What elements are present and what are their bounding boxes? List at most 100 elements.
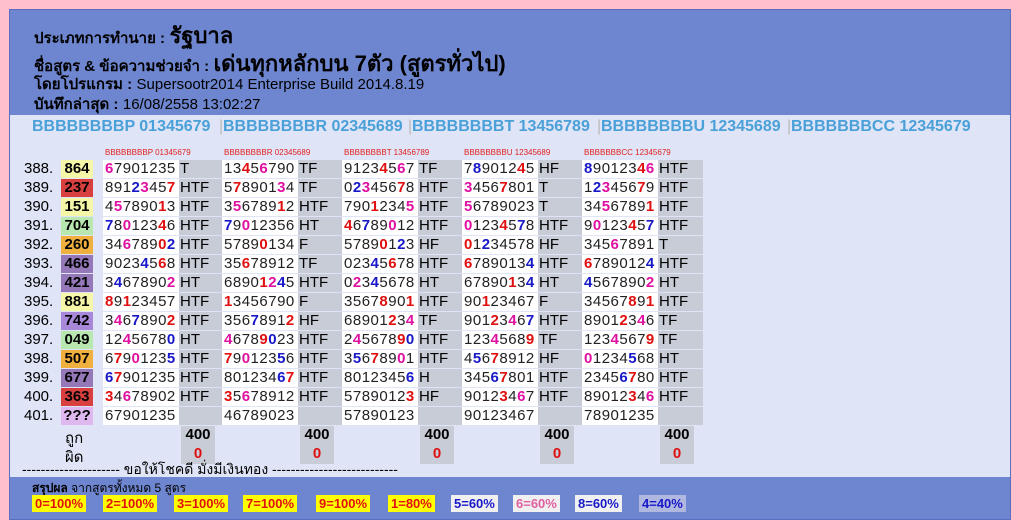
- hit-tag: HF: [538, 160, 583, 178]
- hit-tag: HF: [538, 350, 583, 368]
- hit-tag: HTF: [179, 236, 224, 254]
- prediction-digits: 67901235: [103, 350, 179, 368]
- summary-chip: 7=100%: [243, 495, 298, 512]
- hit-tag: F: [298, 293, 343, 311]
- wrong-count: 0: [420, 445, 454, 464]
- summary-chip: 4=40%: [639, 495, 686, 512]
- draw-number: 388.: [24, 160, 54, 177]
- wrong-count: 0: [540, 445, 574, 464]
- prediction-digits: 79012345: [342, 198, 418, 216]
- draw-result: 363: [61, 388, 93, 406]
- draw-result: 507: [61, 350, 93, 368]
- prediction-digits: 57890123: [342, 388, 418, 406]
- summary-title-bold: สรุปผล: [32, 481, 68, 495]
- summary-chip: 2=100%: [103, 495, 158, 512]
- hit-tag: T: [658, 236, 703, 254]
- prediction-digits: 91234567: [342, 160, 418, 178]
- prediction-digits: 35678912: [222, 198, 298, 216]
- hit-tag: HTF: [658, 388, 703, 406]
- draw-result: 260: [61, 236, 93, 254]
- hit-tag: T: [179, 160, 224, 178]
- prediction-digits: 23456780: [582, 369, 658, 387]
- prediction-digits: 12345679: [582, 179, 658, 197]
- prediction-digits: 02345678: [342, 179, 418, 197]
- hit-tag: H: [418, 369, 463, 387]
- hit-tag: HF: [298, 312, 343, 330]
- hit-tag: HT: [658, 350, 703, 368]
- hit-tag: HF: [418, 236, 463, 254]
- saved-row: บันทึกล่าสุด : 16/08/2558 13:02:27: [34, 92, 261, 116]
- prediction-digits: 90123457: [582, 217, 658, 235]
- hit-tag: HTF: [179, 217, 224, 235]
- right-count: 400: [300, 426, 334, 445]
- hit-tag: HTF: [298, 331, 343, 349]
- prediction-digits: 34678902: [103, 274, 179, 292]
- prediction-digits: 78901235: [582, 407, 658, 425]
- prediction-digits: 02345678: [342, 255, 418, 273]
- hit-tag: HTF: [418, 255, 463, 273]
- hit-tag: HTF: [179, 255, 224, 273]
- hit-tag: HTF: [538, 217, 583, 235]
- hit-tag: HF: [538, 236, 583, 254]
- hit-tag: HTF: [179, 388, 224, 406]
- hit-tag: F: [298, 236, 343, 254]
- hit-tag: HT: [658, 274, 703, 292]
- prediction-digits: 24567890: [342, 331, 418, 349]
- draw-result: 677: [61, 369, 93, 387]
- hit-tag: HTF: [538, 369, 583, 387]
- hit-tag: HTF: [658, 217, 703, 235]
- hit-tag: HTF: [658, 293, 703, 311]
- hit-tag: HF: [418, 388, 463, 406]
- right-count: 400: [540, 426, 574, 445]
- prediction-digits: 34567801: [462, 369, 538, 387]
- hit-tag: [418, 407, 463, 425]
- draw-result: 049: [61, 331, 93, 349]
- prediction-digits: 89012346: [582, 388, 658, 406]
- prediction-digits: 79012356: [222, 350, 298, 368]
- prediction-digits: 34567891: [582, 236, 658, 254]
- formula-item: BBBBBBBCC 12345679: [791, 118, 971, 135]
- summary-chip: 1=80%: [388, 495, 435, 512]
- prediction-digits: 35678901: [342, 350, 418, 368]
- hit-tag: HTF: [298, 369, 343, 387]
- prediction-digits: 35678912: [222, 312, 298, 330]
- hit-tag: T: [538, 179, 583, 197]
- summary-chip: 5=60%: [451, 495, 498, 512]
- hit-tag: TF: [418, 160, 463, 178]
- prediction-digits: 89123457: [103, 179, 179, 197]
- prediction-digits: 67901235: [103, 407, 179, 425]
- prediction-digits: 90123467: [462, 312, 538, 330]
- hit-tag: HTF: [658, 369, 703, 387]
- hit-tag: HTF: [658, 179, 703, 197]
- draw-number: 391.: [24, 217, 54, 234]
- program-label: โดยโปรแกรม :: [34, 76, 133, 93]
- hit-tag: [538, 407, 583, 425]
- prediction-digits: 89123457: [103, 293, 179, 311]
- prediction-digits: 79012356: [222, 217, 298, 235]
- hit-tag: [179, 407, 224, 425]
- summary-chip: 0=100%: [32, 495, 87, 512]
- prediction-digits: 12345679: [582, 331, 658, 349]
- draw-result: 421: [61, 274, 93, 292]
- hit-tag: HTF: [658, 198, 703, 216]
- prediction-digits: 34678902: [103, 388, 179, 406]
- hit-tag: HTF: [298, 350, 343, 368]
- draw-result: 237: [61, 179, 93, 197]
- hit-tag: TF: [418, 312, 463, 330]
- prediction-digits: 67901235: [103, 160, 179, 178]
- prediction-digits: 68901245: [222, 274, 298, 292]
- prediction-digits: 80123467: [222, 369, 298, 387]
- right-count: 400: [660, 426, 694, 445]
- hit-tag: HTF: [179, 312, 224, 330]
- prediction-digits: 13456790: [222, 293, 298, 311]
- prediction-digits: 57890134: [222, 236, 298, 254]
- formula-item: BBBBBBBBT 13456789: [412, 118, 590, 135]
- hit-tag: TF: [298, 160, 343, 178]
- summary-panel: สรุปผล จากสูตรทั้งหมด 5 สูตร 0=100% 2=100…: [10, 477, 1010, 519]
- wrong-count: 0: [660, 445, 694, 464]
- hit-tag: HTF: [179, 369, 224, 387]
- prediction-digits: 46789023: [222, 407, 298, 425]
- hit-tag: HT: [179, 331, 224, 349]
- hit-tag: HTF: [179, 198, 224, 216]
- hit-tag: HTF: [179, 293, 224, 311]
